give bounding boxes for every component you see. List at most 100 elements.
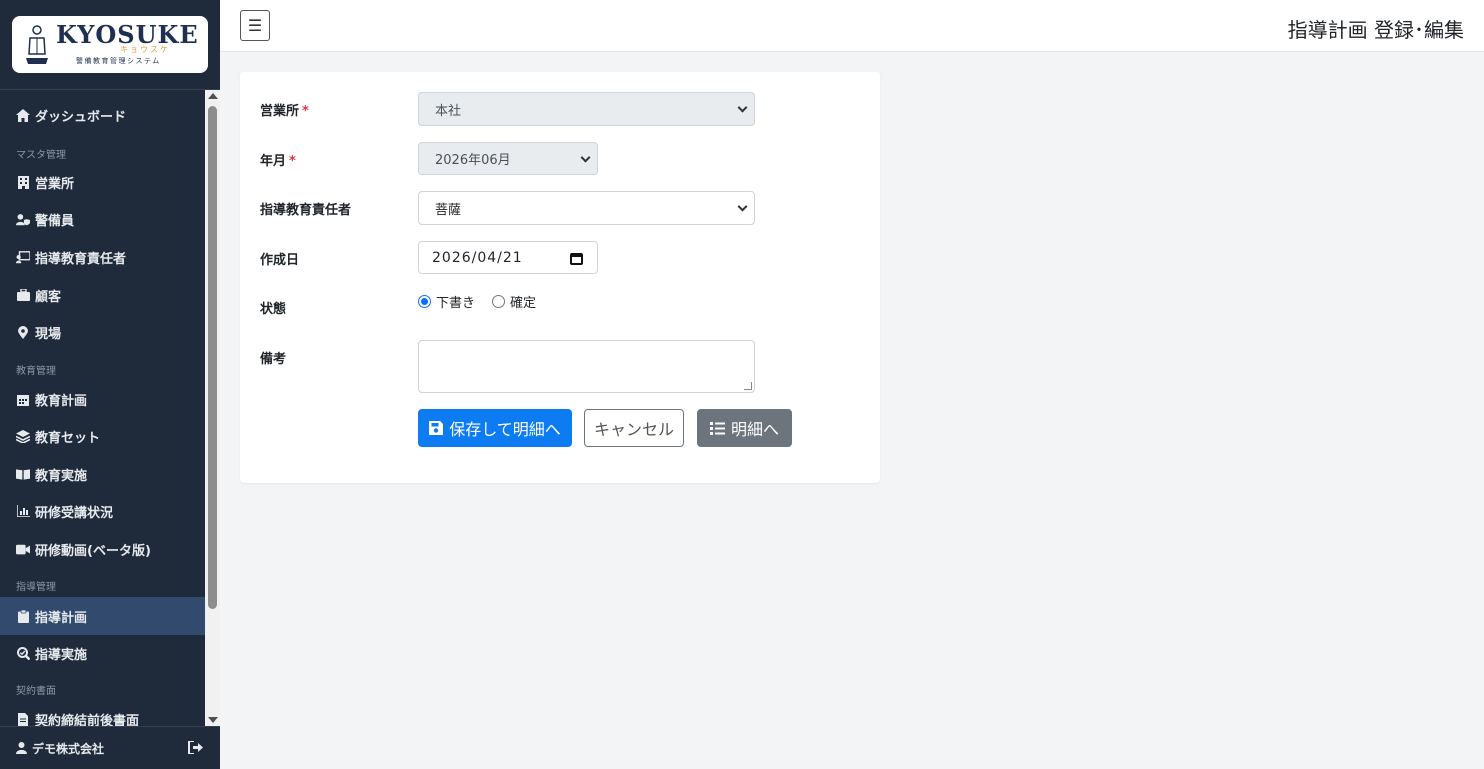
brand-kana: キョウスケ — [120, 45, 170, 54]
sidebar-footer: デモ株式会社 — [0, 726, 220, 769]
detail-button-label: 明細へ — [730, 420, 779, 439]
resize-handle-icon[interactable] — [744, 382, 752, 390]
sidebar-item-label: 警備員 — [35, 213, 75, 229]
created-date-label: 作成日 — [260, 253, 300, 268]
sidebar-item-label: 契約締結前後書面 — [35, 713, 140, 727]
hamburger-icon: ☰ — [247, 16, 263, 35]
scrollbar-thumb[interactable] — [208, 106, 217, 609]
status-radio-draft[interactable] — [418, 295, 431, 308]
briefcase-icon — [16, 288, 30, 302]
sidebar-item-label: ダッシュボード — [35, 109, 127, 125]
scroll-up-icon[interactable] — [208, 93, 218, 99]
status-radio-confirmed[interactable] — [492, 295, 506, 308]
logo-area: KYOSUKE キョウスケ 警備教育管理システム — [0, 0, 220, 90]
menu-toggle-button[interactable]: ☰ — [240, 10, 270, 41]
office-select[interactable]: 本社 — [418, 92, 755, 126]
page-title: 指導計画 登録･編集 — [1287, 18, 1464, 42]
sidebar-item-guard[interactable]: 警備員 — [0, 200, 205, 238]
chalkboard-teacher-icon — [16, 250, 30, 264]
brand-emblem-icon — [26, 25, 48, 64]
sidebar-item-label: 教育実施 — [35, 468, 88, 484]
status-confirmed-label[interactable]: 確定 — [510, 292, 536, 311]
sidebar-item-label: 教育計画 — [35, 393, 88, 409]
chart-bar-icon — [16, 504, 30, 518]
layers-icon — [16, 429, 30, 443]
sidebar-nav: ダッシュボード マスタ管理 営業所 警備員 指導教育責任者 顧客 現場 教育管理… — [0, 90, 205, 726]
month-label: 年月 * — [260, 154, 296, 169]
sidebar-item-training-video[interactable]: 研修動画(ベータ版) — [0, 530, 205, 568]
office-label: 営業所 * — [260, 104, 309, 119]
sidebar-item-education-set[interactable]: 教育セット — [0, 417, 205, 455]
save-icon — [429, 421, 444, 435]
required-mark: * — [289, 154, 296, 169]
chevron-down-icon — [580, 152, 591, 163]
sidebar-item-dashboard[interactable]: ダッシュボード — [0, 96, 205, 134]
scroll-down-icon[interactable] — [208, 717, 218, 723]
sidebar-item-guidance-exec[interactable]: 指導実施 — [0, 634, 205, 672]
video-icon — [16, 542, 30, 556]
save-button-label: 保存して明細へ — [449, 420, 561, 439]
instructor-select[interactable]: 菩薩 — [418, 191, 755, 225]
month-value: 2026年06月 — [435, 153, 511, 168]
chevron-down-icon — [737, 201, 748, 212]
status-label: 状態 — [260, 302, 287, 317]
logo[interactable]: KYOSUKE キョウスケ 警備教育管理システム — [12, 16, 208, 73]
brand-subtitle: 警備教育管理システム — [76, 57, 161, 65]
sidebar-item-site[interactable]: 現場 — [0, 313, 205, 351]
section-contract: 契約書面 — [16, 686, 56, 697]
sidebar-item-contract-docs[interactable]: 契約締結前後書面 — [0, 700, 205, 726]
status-radio-group: 下書き 確定 — [418, 292, 553, 311]
sidebar-item-customer[interactable]: 顧客 — [0, 276, 205, 314]
sidebar-item-office[interactable]: 営業所 — [0, 163, 205, 201]
building-icon — [16, 175, 30, 189]
user-icon — [16, 742, 27, 754]
required-mark: * — [302, 104, 309, 119]
sidebar-item-label: 営業所 — [35, 176, 75, 192]
sidebar-item-label: 研修動画(ベータ版) — [35, 543, 151, 559]
user-shield-icon — [16, 212, 30, 226]
created-date-value: 2026/04/21 — [432, 249, 523, 266]
instructor-label: 指導教育責任者 — [260, 203, 352, 218]
notes-label: 備考 — [260, 352, 287, 367]
save-and-detail-button[interactable]: 保存して明細へ — [418, 409, 572, 447]
calendar-icon[interactable] — [570, 253, 583, 265]
clipboard-icon — [16, 609, 30, 623]
cancel-button[interactable]: キャンセル — [584, 409, 684, 447]
sidebar-item-label: 顧客 — [35, 289, 62, 305]
created-date-input[interactable]: 2026/04/21 — [418, 241, 598, 274]
sidebar-item-training-status[interactable]: 研修受講状況 — [0, 492, 205, 530]
sidebar-item-instructor[interactable]: 指導教育責任者 — [0, 238, 205, 276]
user-name: デモ株式会社 — [32, 741, 105, 756]
book-open-icon — [16, 467, 30, 481]
top-header: ☰ 指導計画 登録･編集 — [220, 0, 1484, 52]
calendar-icon — [16, 392, 30, 406]
notes-textarea[interactable] — [418, 340, 755, 393]
sidebar-scrollbar[interactable] — [205, 90, 220, 726]
form-card: 営業所 * 本社 年月 * 2026年06月 指導教育責任者 菩薩 作成日 2026… — [240, 72, 880, 483]
sidebar-item-education-exec[interactable]: 教育実施 — [0, 455, 205, 493]
office-value: 本社 — [435, 103, 462, 119]
logout-icon[interactable] — [188, 740, 204, 757]
cancel-button-label: キャンセル — [593, 420, 674, 439]
sidebar-item-label: 指導実施 — [35, 647, 88, 663]
instructor-value: 菩薩 — [435, 202, 462, 218]
status-draft-label[interactable]: 下書き — [436, 292, 475, 311]
detail-button[interactable]: 明細へ — [697, 409, 792, 447]
home-icon — [16, 108, 30, 122]
sidebar-item-label: 教育セット — [35, 430, 101, 446]
section-master: マスタ管理 — [16, 150, 66, 161]
list-icon — [709, 421, 725, 435]
sidebar-item-label: 指導計画 — [35, 610, 88, 626]
sidebar: KYOSUKE キョウスケ 警備教育管理システム ダッシュボード マスタ管理 営… — [0, 0, 220, 769]
sidebar-item-guidance-plan[interactable]: 指導計画 — [0, 597, 205, 635]
section-education: 教育管理 — [16, 366, 56, 377]
section-guidance: 指導管理 — [16, 582, 56, 593]
sidebar-item-label: 指導教育責任者 — [35, 251, 127, 267]
month-select[interactable]: 2026年06月 — [418, 142, 598, 175]
chevron-down-icon — [737, 102, 748, 113]
sidebar-item-education-plan[interactable]: 教育計画 — [0, 380, 205, 418]
map-marker-icon — [16, 325, 30, 339]
sidebar-item-label: 研修受講状況 — [35, 505, 114, 521]
search-check-icon — [16, 646, 30, 660]
file-contract-icon — [16, 712, 30, 726]
